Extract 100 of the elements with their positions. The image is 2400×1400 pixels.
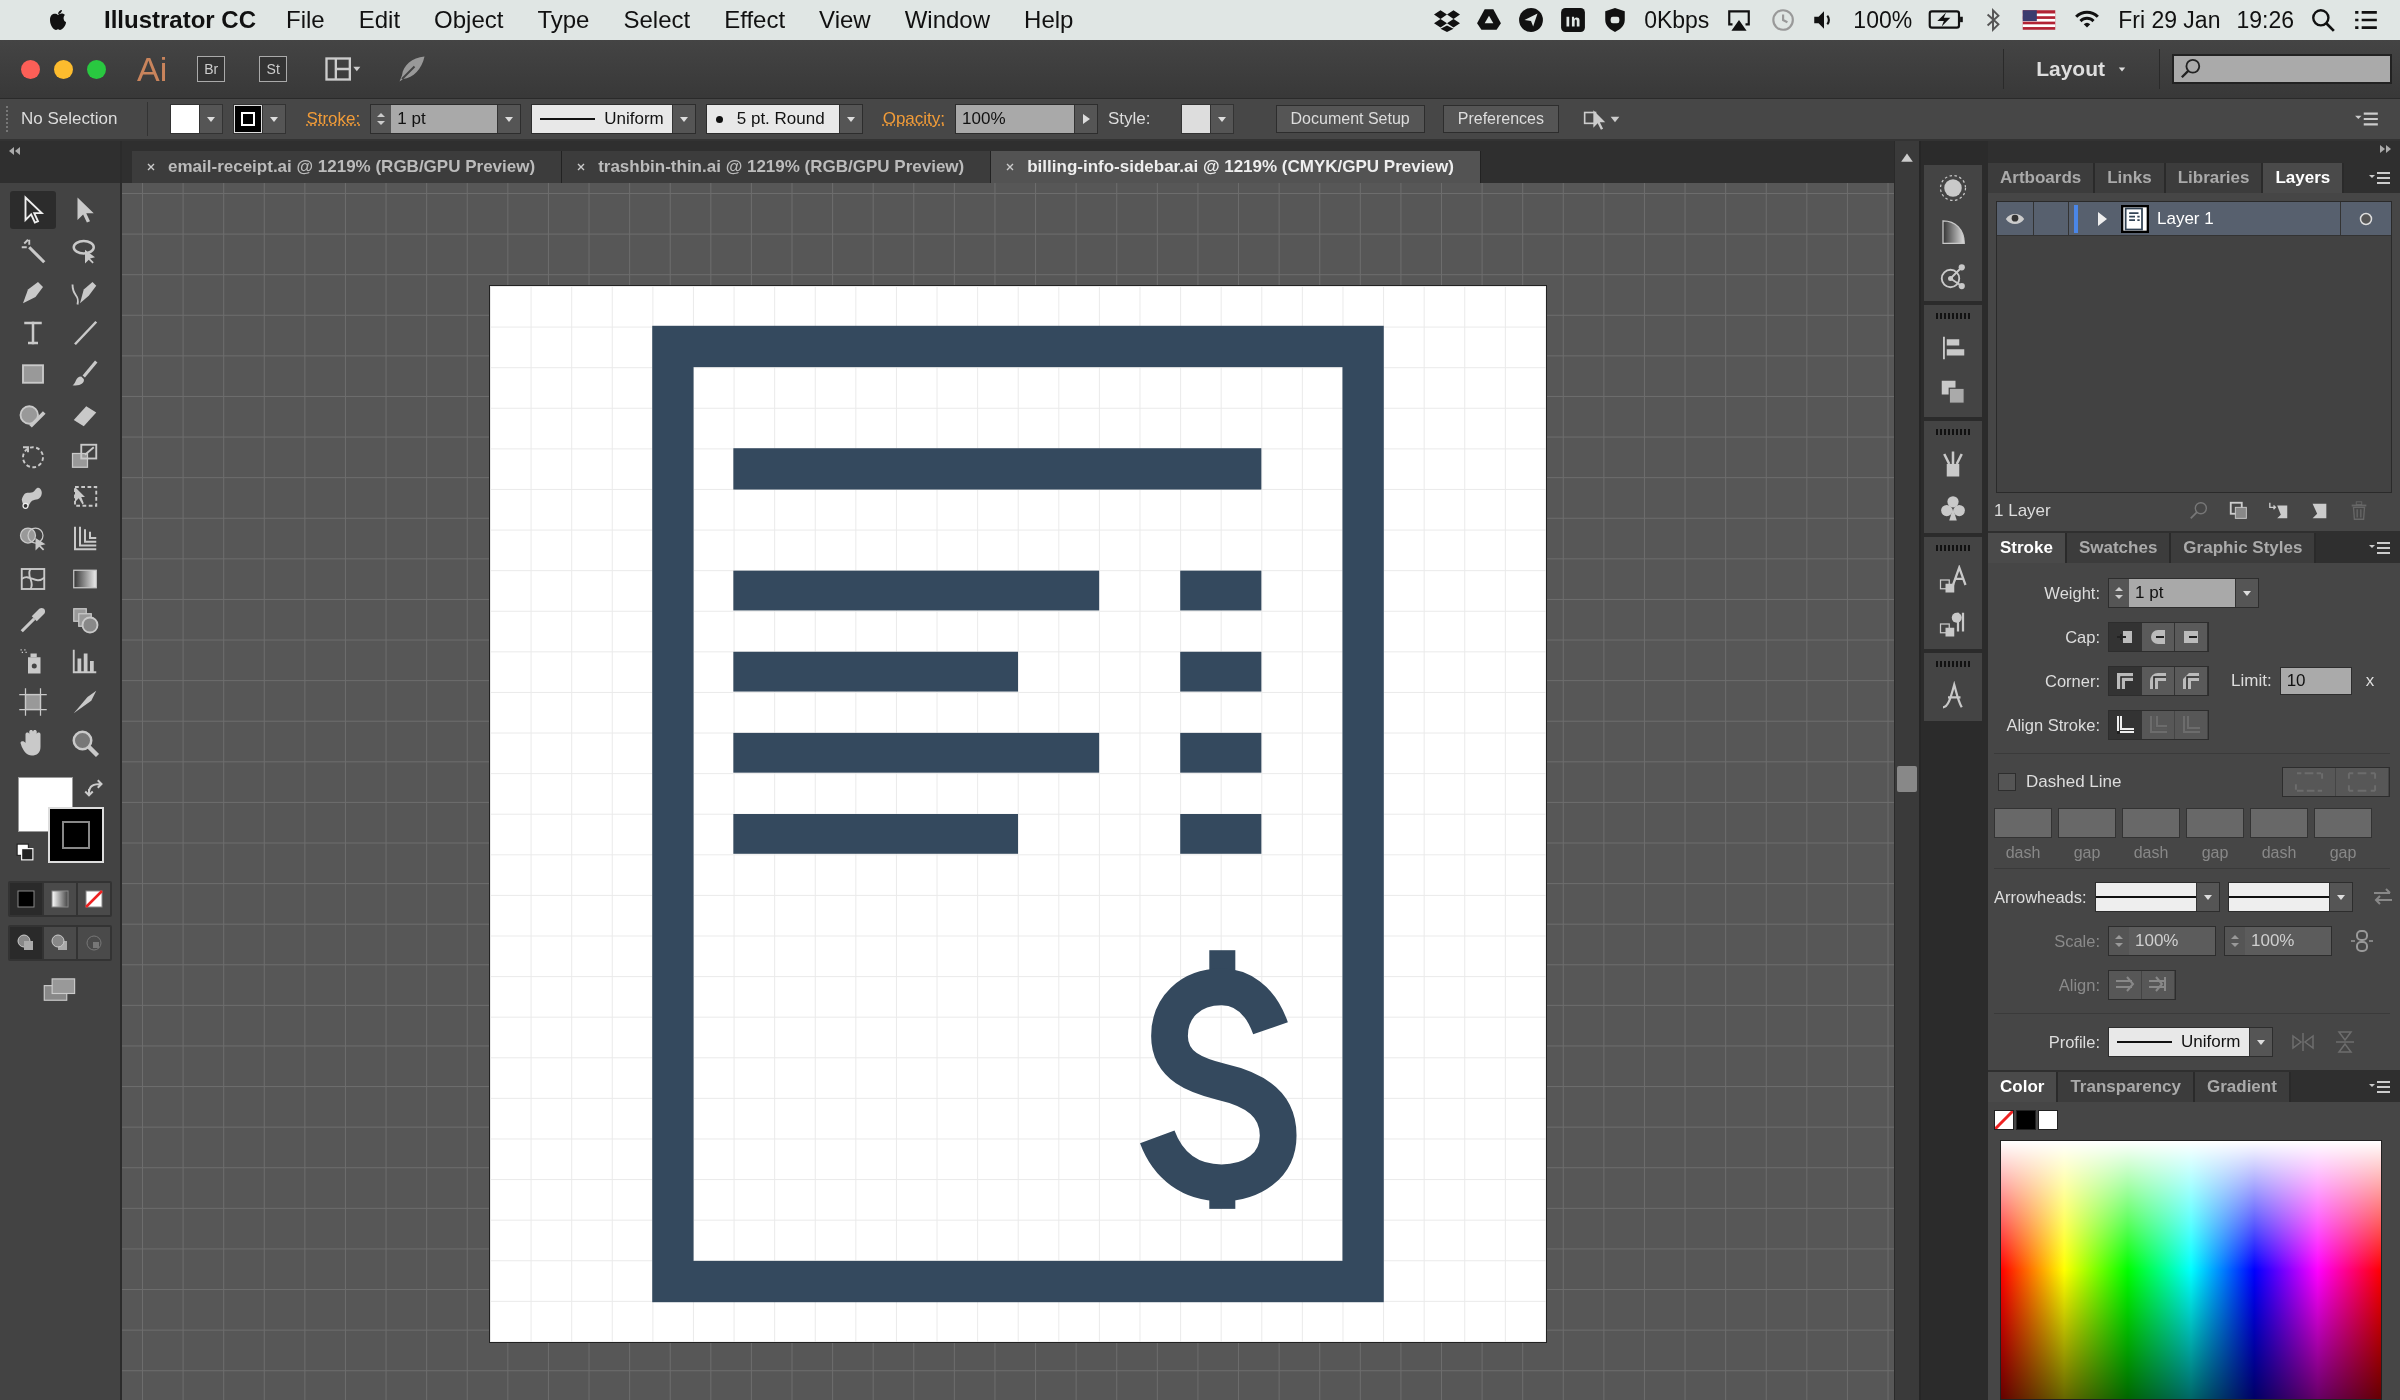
stroke-label[interactable]: Stroke: (306, 109, 361, 129)
close-button[interactable] (21, 59, 40, 79)
panel-tab[interactable]: Graphic Styles (2171, 533, 2317, 563)
dash-field[interactable] (2058, 808, 2116, 838)
brush-definition-dropdown[interactable]: 5 pt. Round (705, 104, 863, 134)
battery-percentage[interactable]: 100% (1853, 6, 1913, 34)
document-tab[interactable]: trashbin-thin.ai @ 1219% (RGB/GPU Preview) (562, 151, 992, 183)
cap-button[interactable] (2142, 623, 2175, 651)
dash-field[interactable] (2250, 808, 2308, 838)
opacity-field[interactable]: 100% (955, 104, 1099, 134)
app-name-menu[interactable]: Illustrator CC (104, 6, 256, 34)
align-stroke-button[interactable] (2109, 711, 2142, 739)
triangle-icon[interactable] (1476, 7, 1503, 33)
rounded-square-icon[interactable] (1560, 7, 1587, 33)
start-arrowhead-dropdown[interactable] (2094, 882, 2220, 912)
scale-label: Scale: (2053, 931, 2100, 951)
open-box-icon[interactable] (1434, 7, 1461, 33)
bridge-button[interactable]: Br (197, 56, 226, 82)
cap-button[interactable] (2175, 623, 2208, 651)
panel-tab[interactable]: Libraries (2165, 163, 2264, 193)
document-tab[interactable]: billing-info-sidebar.ai @ 1219% (CMYK/GPU Preview) (991, 151, 1481, 183)
flag-icon[interactable] (2022, 7, 2057, 33)
search-field[interactable] (2172, 54, 2392, 84)
panel-tab[interactable]: Gradient (2194, 1072, 2291, 1102)
dash-field[interactable] (2122, 808, 2180, 838)
draw-behind-icon[interactable] (44, 927, 76, 959)
minimize-button[interactable] (54, 59, 73, 79)
none-swatch[interactable] (1994, 1110, 2014, 1130)
scroll-thumb[interactable] (1897, 766, 1917, 792)
stock-button[interactable]: St (259, 56, 288, 82)
dash-field-label: gap (2201, 844, 2229, 862)
weight-label: Weight: (2043, 583, 2100, 603)
paper-plane-icon[interactable] (1518, 7, 1545, 33)
limit-field[interactable]: 10 (2279, 667, 2352, 695)
swap-arrows-icon[interactable] (84, 779, 104, 799)
layer-row[interactable]: Layer 1 (1997, 202, 2391, 236)
network-speed[interactable]: 0Kbps (1644, 6, 1710, 34)
dash-field[interactable] (2314, 808, 2372, 838)
toolbar-button[interactable]: Preferences (1442, 105, 1559, 133)
screen-mode-icon[interactable] (42, 975, 78, 1003)
color-swatch[interactable] (2038, 1110, 2058, 1130)
character-styles-icon[interactable] (1938, 565, 1968, 595)
zoom-button[interactable] (87, 59, 106, 79)
limit-unit: x (2365, 671, 2375, 691)
date[interactable]: Fri 29 Jan (2118, 6, 2221, 34)
sun-icon[interactable] (1938, 173, 1968, 203)
end-arrowhead-dropdown[interactable] (2227, 882, 2353, 912)
default-colors-icon[interactable] (16, 843, 34, 861)
layer-name[interactable]: Layer 1 (2157, 202, 2341, 235)
menu-item[interactable]: Effect (724, 6, 786, 34)
stroke-weight-field[interactable]: 1 pt (370, 104, 522, 134)
dashed-line-label[interactable]: Dashed Line (2026, 772, 2122, 792)
menu-item[interactable]: Window (904, 6, 991, 34)
time[interactable]: 19:26 (2236, 6, 2294, 34)
menu-item[interactable]: Object (434, 6, 504, 34)
gradient-mode-icon[interactable] (44, 883, 76, 915)
color-mode-icon[interactable] (10, 883, 42, 915)
graphic-style-swatch[interactable] (1180, 104, 1234, 134)
opacity-label[interactable]: Opacity: (882, 109, 946, 129)
stroke-swatch[interactable] (233, 104, 287, 134)
collapse-icon[interactable] (8, 145, 22, 157)
menu-item[interactable]: File (286, 6, 325, 34)
dash-field[interactable] (2186, 808, 2244, 838)
menu-item[interactable]: Select (623, 6, 691, 34)
profile-dropdown[interactable]: Uniform (2108, 1027, 2273, 1057)
weight-field[interactable]: 1 pt (2108, 578, 2259, 608)
none-mode-icon[interactable] (78, 883, 110, 915)
nodes-icon[interactable] (1938, 261, 1968, 291)
variable-width-profile-dropdown[interactable]: Uniform (531, 104, 696, 134)
corner-button[interactable] (2109, 667, 2142, 695)
color-swatch[interactable] (2016, 1110, 2036, 1130)
vertical-scrollbar[interactable] (1894, 141, 1919, 1400)
panel-tab[interactable]: Layers (2263, 163, 2345, 193)
color-spectrum[interactable] (2000, 1140, 2382, 1400)
panel-tab[interactable]: Color (1988, 1072, 2059, 1102)
toolbar-button[interactable]: Document Setup (1275, 105, 1425, 133)
draw-normal-icon[interactable] (10, 927, 42, 959)
panel-tab[interactable]: Links (2095, 163, 2166, 193)
corner-button[interactable] (2142, 667, 2175, 695)
dashed-line-checkbox[interactable] (1998, 773, 2016, 791)
fill-swatch[interactable] (170, 104, 224, 134)
workspace-switcher[interactable]: Layout (2016, 57, 2147, 81)
close-icon (1005, 162, 1016, 172)
club-icon[interactable] (1938, 493, 1968, 523)
menu-item[interactable]: Help (1024, 6, 1074, 34)
corner-button[interactable] (2175, 667, 2208, 695)
panel-tab[interactable]: Swatches (2066, 533, 2172, 563)
menu-item[interactable]: Edit (358, 6, 401, 34)
panel-tab[interactable]: Stroke (1988, 533, 2067, 563)
menu-item[interactable]: View (819, 6, 871, 34)
search-icon[interactable] (2310, 7, 2336, 33)
menu-item[interactable]: Type (537, 6, 590, 34)
dash-field[interactable] (1994, 808, 2052, 838)
document-tab[interactable]: email-receipt.ai @ 1219% (RGB/GPU Preview) (132, 151, 563, 183)
panel-tab[interactable]: Artboards (1988, 163, 2096, 193)
clipping-mask-icon[interactable] (2228, 500, 2250, 522)
panel-tab[interactable]: Transparency (2058, 1072, 2195, 1102)
cap-button[interactable] (2109, 623, 2142, 651)
fill-and-stroke-swatches[interactable] (18, 777, 104, 863)
caret-icon (677, 114, 690, 124)
